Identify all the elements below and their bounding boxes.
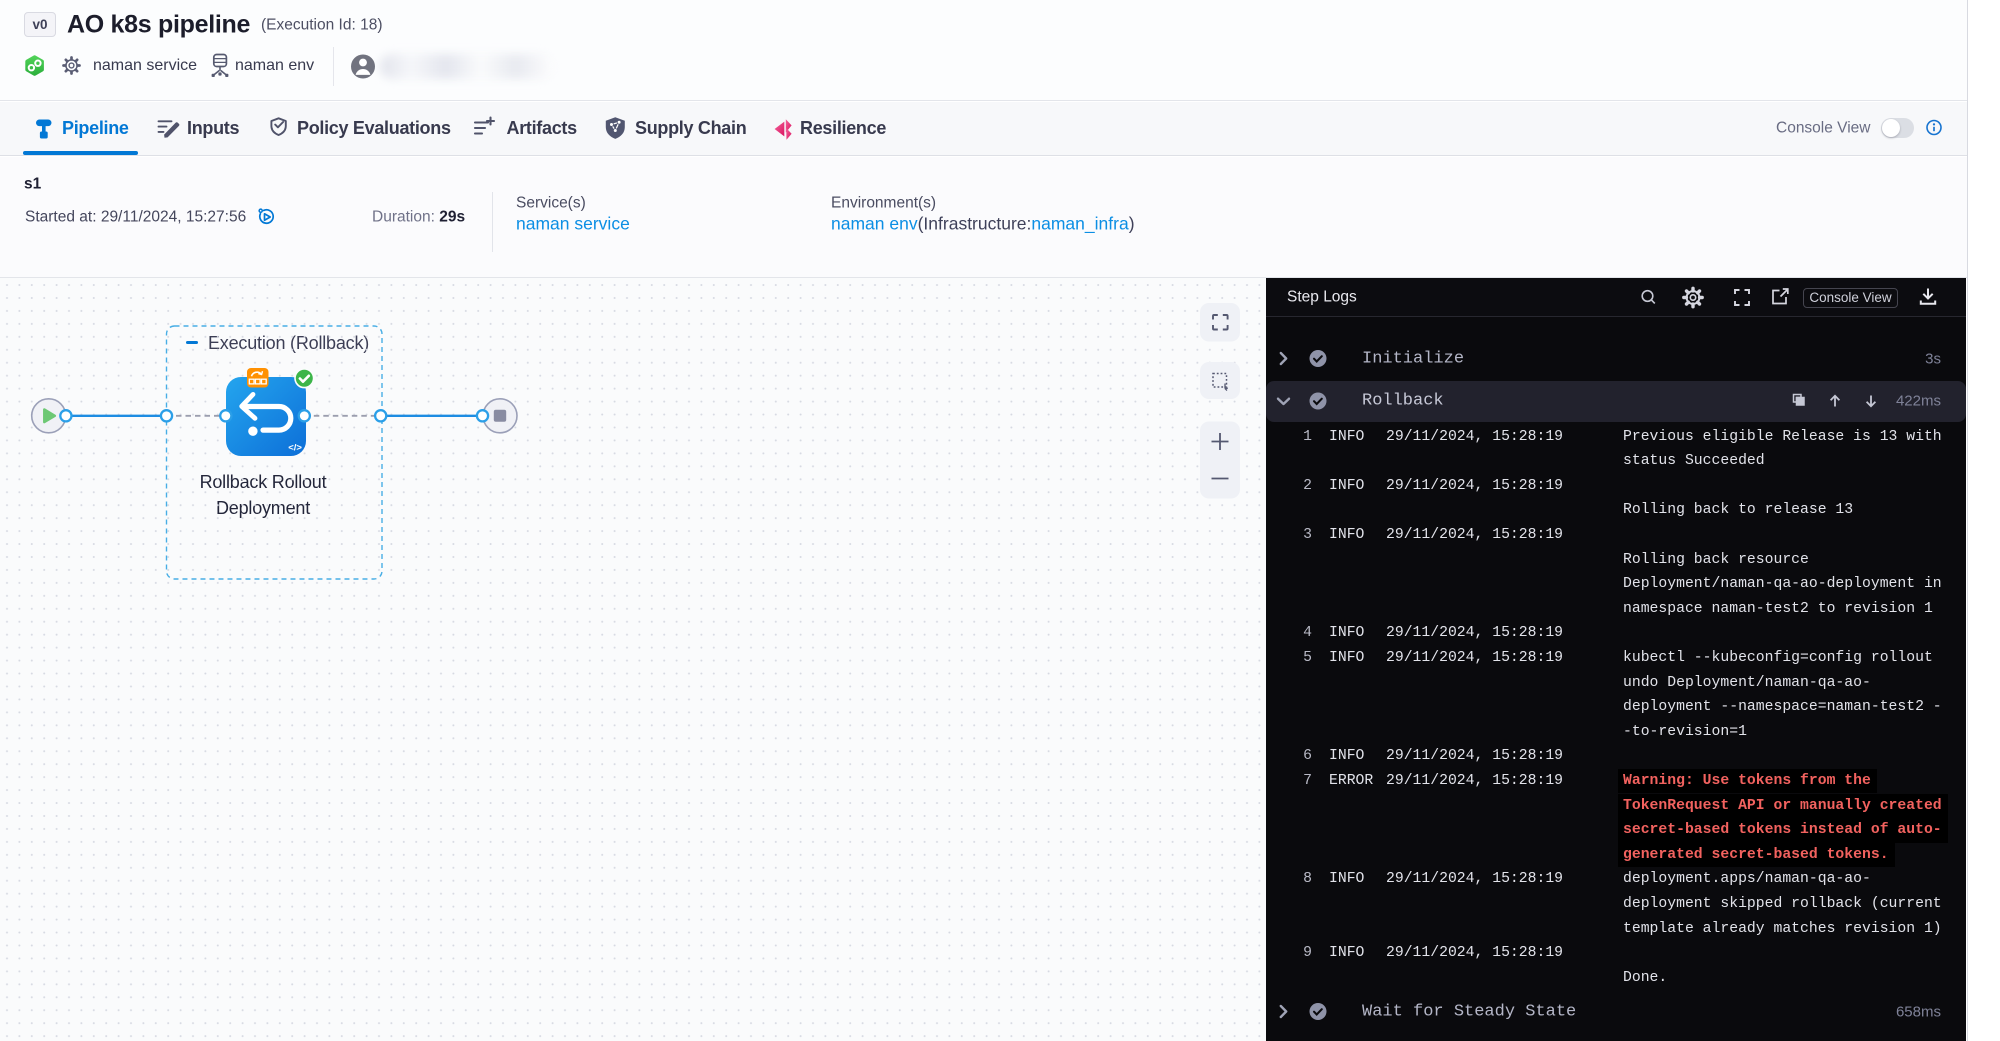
svg-text:</>: </> xyxy=(288,443,302,454)
